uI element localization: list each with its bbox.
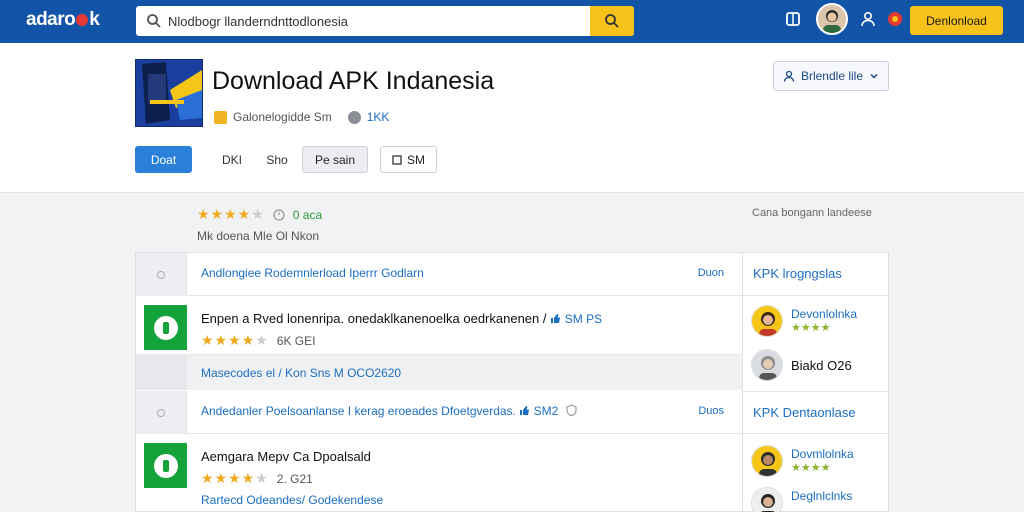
list-item[interactable]: Aemgara Mepv Ca Dpoalsald ★★★★★ 2. G21 R… bbox=[136, 435, 742, 512]
user-avatar[interactable] bbox=[816, 3, 848, 35]
side-user-item[interactable]: Biakd O26 bbox=[751, 345, 883, 385]
item-rating: ★★★★★ 6K GEI bbox=[201, 332, 316, 348]
user-name: Deglnlclnks bbox=[791, 489, 853, 503]
avatar bbox=[751, 305, 783, 337]
section-link[interactable]: Duos bbox=[698, 405, 724, 417]
item-footer-link[interactable]: Masecodes el / Kon Sns M OCO2620 bbox=[201, 366, 401, 380]
language-dropdown[interactable]: Brlendle lile bbox=[773, 61, 889, 91]
item-meta: 2. G21 bbox=[276, 471, 313, 486]
search-button[interactable] bbox=[590, 6, 634, 36]
user-name: Biakd O26 bbox=[791, 358, 852, 373]
item-rating: ★★★★★ 2. G21 bbox=[201, 470, 313, 486]
side-user-item[interactable]: Devonlolnka ★★★★ bbox=[751, 301, 883, 341]
thumb-icon bbox=[551, 314, 561, 323]
side-header-1[interactable]: KPK lrogngslas bbox=[743, 253, 888, 296]
bookmark-icon[interactable] bbox=[782, 8, 804, 30]
sidebar-note: Cana bongann landeese bbox=[752, 207, 872, 219]
square-icon bbox=[392, 154, 402, 165]
dropdown-label: Brlendle lile bbox=[800, 69, 864, 83]
page-title: Download APK Indanesia bbox=[212, 67, 495, 95]
section-toggle[interactable] bbox=[136, 391, 187, 434]
action-save[interactable]: Pe sain bbox=[302, 146, 368, 173]
rating-summary: ★★★★★ 0 aca bbox=[197, 206, 322, 223]
section-header-2[interactable]: Andedanler Poelsoanlanse I kerag eroeade… bbox=[136, 391, 742, 434]
profile-icon[interactable] bbox=[857, 8, 879, 30]
chevron-down-icon bbox=[870, 73, 878, 79]
developer-name[interactable]: Galonelogidde Sm bbox=[233, 110, 332, 124]
search-icon bbox=[147, 14, 161, 28]
top-navigation-bar: adarok Denlonload bbox=[0, 0, 1024, 43]
section-toggle[interactable] bbox=[136, 253, 187, 296]
app-meta: Galonelogidde Sm 1KK bbox=[214, 110, 389, 124]
logo-dot-icon bbox=[76, 13, 89, 26]
user-icon bbox=[783, 70, 795, 82]
download-button[interactable]: Doat bbox=[135, 146, 192, 173]
section-title: Andlongiee Rodemnlerload Iperrr Godlarn bbox=[201, 266, 424, 280]
section-title: Andedanler Poelsoanlanse I kerag eroeade… bbox=[201, 404, 577, 418]
action-dki[interactable]: DKI bbox=[212, 146, 252, 173]
rating-stars: ★★★★★ bbox=[197, 206, 265, 222]
item-title[interactable]: Enpen a Rved lonenripa. onedaklkanenoelk… bbox=[201, 311, 602, 326]
user-name: Devonlolnka bbox=[791, 307, 858, 321]
avatar bbox=[751, 349, 783, 381]
user-name: Dovmlolnka bbox=[791, 447, 854, 461]
item-footer-link[interactable]: Rartecd Odeandes/ Godekendese bbox=[201, 493, 383, 507]
side-user-item[interactable]: Deglnlclnks bbox=[751, 483, 883, 512]
size-icon bbox=[347, 110, 361, 124]
action-share[interactable]: Sho bbox=[259, 146, 295, 173]
side-header-2[interactable]: KPK Dentaonlase bbox=[743, 391, 888, 434]
download-cta-button[interactable]: Denlonload bbox=[910, 6, 1003, 35]
app-thumbnail[interactable] bbox=[135, 59, 203, 127]
action-report-label: SM bbox=[407, 152, 425, 167]
thumb-icon bbox=[520, 406, 530, 415]
developer-badge-icon bbox=[214, 110, 227, 124]
rating-subtext: Mk doena Mle Ol Nkon bbox=[197, 229, 320, 243]
item-title[interactable]: Aemgara Mepv Ca Dpoalsald bbox=[201, 449, 371, 464]
app-icon bbox=[144, 305, 187, 350]
app-size: 1KK bbox=[366, 110, 390, 124]
user-rating: ★★★★ bbox=[791, 322, 831, 334]
item-meta: 6K GEI bbox=[276, 333, 316, 348]
download-list: Andlongiee Rodemnlerload Iperrr Godlarn … bbox=[135, 252, 743, 512]
side-user-item[interactable]: Dovmlolnka ★★★★ bbox=[751, 441, 883, 481]
clock-icon bbox=[273, 208, 285, 221]
search-bar bbox=[136, 6, 634, 36]
app-header-panel: Download APK Indanesia Galonelogidde Sm … bbox=[0, 43, 1024, 193]
shield-icon bbox=[566, 404, 577, 417]
rating-count: 0 aca bbox=[292, 207, 323, 222]
action-report[interactable]: SM bbox=[380, 146, 437, 173]
avatar bbox=[751, 487, 783, 512]
site-logo[interactable]: adaro k bbox=[26, 9, 100, 31]
user-rating: ★★★★ bbox=[791, 462, 831, 474]
search-icon bbox=[605, 14, 619, 28]
item-footer: Masecodes el / Kon Sns M OCO2620 bbox=[136, 354, 742, 390]
section-link[interactable]: Duon bbox=[698, 267, 724, 279]
list-item[interactable]: Enpen a Rved lonenripa. onedaklkanenoelk… bbox=[136, 297, 742, 391]
section-header-1[interactable]: Andlongiee Rodemnlerload Iperrr Godlarn … bbox=[136, 253, 742, 296]
side-panel: KPK lrogngslas Devonlolnka ★★★★ Biakd O2… bbox=[743, 252, 889, 512]
search-input[interactable] bbox=[168, 6, 588, 36]
app-icon bbox=[144, 443, 187, 488]
notification-icon[interactable] bbox=[884, 8, 906, 30]
avatar bbox=[751, 445, 783, 477]
